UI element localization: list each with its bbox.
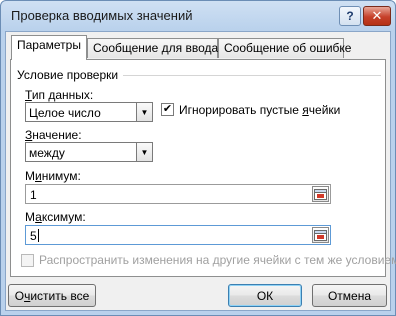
parameters-panel: Условие проверки Тип данных: Целое число… xyxy=(10,59,396,277)
data-type-label-post: ип данных: xyxy=(31,88,94,102)
tab-label: Сообщение об ошибке xyxy=(224,41,352,55)
close-icon: ✕ xyxy=(371,8,383,23)
title-bar[interactable]: Проверка вводимых значений ? ✕ xyxy=(1,1,395,31)
ignore-blank-pre: Игнорировать пустые xyxy=(179,103,303,117)
validation-dialog: Проверка вводимых значений ? ✕ Параметры… xyxy=(0,0,396,316)
range-select-icon xyxy=(314,188,327,200)
maximum-label: Максимум: xyxy=(25,210,86,224)
data-type-label-accel: Т xyxy=(25,88,32,102)
minimum-label-pre: М xyxy=(25,169,35,183)
operator-dropdown[interactable]: между ▼ xyxy=(25,142,153,162)
group-divider xyxy=(123,75,381,76)
clear-all-pre: О xyxy=(14,288,25,303)
chevron-down-icon[interactable]: ▼ xyxy=(136,103,152,121)
maximum-label-accel: а xyxy=(35,210,42,224)
maximum-label-pre: М xyxy=(25,210,36,224)
data-type-value: Целое число xyxy=(29,106,101,120)
minimum-label-post: нимум: xyxy=(41,169,81,183)
ok-label: ОК xyxy=(256,288,274,303)
range-select-button[interactable] xyxy=(312,227,329,243)
data-type-dropdown[interactable]: Целое число ▼ xyxy=(25,102,153,122)
criteria-group-title: Условие проверки xyxy=(17,68,119,82)
clear-all-post: истить все xyxy=(30,288,90,303)
ignore-blank-post: чейки xyxy=(308,103,341,117)
operator-value: между xyxy=(29,146,65,160)
chevron-down-icon[interactable]: ▼ xyxy=(136,143,152,161)
operator-label-post: начение: xyxy=(32,128,82,142)
cancel-label: Отмена xyxy=(327,288,372,303)
ignore-blank-label[interactable]: Игнорировать пустые ячейки xyxy=(179,103,340,117)
clear-all-button[interactable]: Очистить все xyxy=(8,284,96,307)
range-select-icon xyxy=(314,229,327,241)
minimum-label-accel: и xyxy=(35,169,42,183)
text-caret xyxy=(37,229,39,242)
dialog-client-area: Параметры Сообщение для ввода Сообщение … xyxy=(5,31,396,311)
maximum-label-post: ксимум: xyxy=(41,210,86,224)
tab-input-message[interactable]: Сообщение для ввода xyxy=(87,38,218,58)
help-icon: ? xyxy=(346,9,354,23)
tab-error-alert[interactable]: Сообщение об ошибке xyxy=(218,38,351,58)
data-type-label: Тип данных: xyxy=(25,88,93,102)
ok-button[interactable]: ОК xyxy=(228,284,302,307)
apply-all-label[interactable]: Распространить изменения на другие ячейк… xyxy=(39,253,396,267)
help-button[interactable]: ? xyxy=(339,6,361,26)
checkmark-icon: ✔ xyxy=(162,103,173,115)
operator-label: Значение: xyxy=(25,128,82,142)
close-button[interactable]: ✕ xyxy=(363,6,391,26)
maximum-value-wrap: 5 xyxy=(30,229,39,243)
range-select-button[interactable] xyxy=(312,186,329,202)
minimum-value: 1 xyxy=(30,188,37,202)
apply-all-checkbox[interactable] xyxy=(21,254,34,267)
dialog-title: Проверка вводимых значений xyxy=(11,8,193,23)
cancel-button[interactable]: Отмена xyxy=(312,284,387,307)
clear-all-label: Очистить все xyxy=(15,289,90,303)
maximum-value: 5 xyxy=(30,229,37,243)
ignore-blank-checkbox[interactable]: ✔ xyxy=(161,103,174,116)
tab-label: Параметры xyxy=(17,38,81,52)
minimum-input[interactable]: 1 xyxy=(25,184,331,204)
tab-parameters[interactable]: Параметры xyxy=(11,35,87,60)
maximum-input[interactable]: 5 xyxy=(25,225,331,245)
tab-label: Сообщение для ввода xyxy=(93,41,219,55)
minimum-label: Минимум: xyxy=(25,169,81,183)
